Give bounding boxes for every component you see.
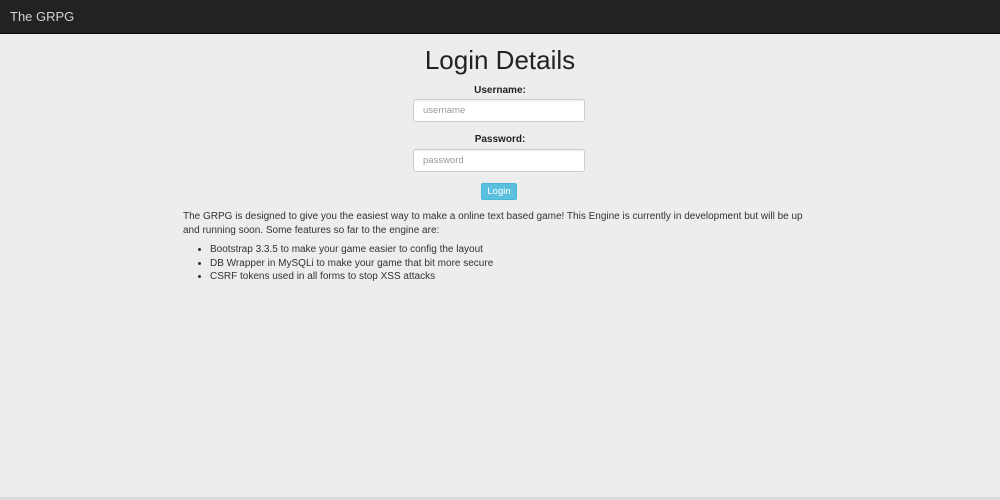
username-label: Username: [474,85,526,96]
top-navbar: The GRPG [0,0,1000,34]
login-button[interactable]: Login [481,183,517,200]
feature-item: Bootstrap 3.3.5 to make your game easier… [210,243,493,257]
password-input[interactable] [413,149,585,172]
password-label: Password: [474,134,526,145]
feature-item: CSRF tokens used in all forms to stop XS… [210,270,493,284]
feature-item: DB Wrapper in MySQLi to make your game t… [210,257,493,271]
intro-text: The GRPG is designed to give you the eas… [183,211,803,236]
feature-list: Bootstrap 3.3.5 to make your game easier… [183,243,493,284]
page-title: Login Details [424,45,576,75]
brand-link[interactable]: The GRPG [10,9,74,24]
username-input[interactable] [413,99,585,122]
